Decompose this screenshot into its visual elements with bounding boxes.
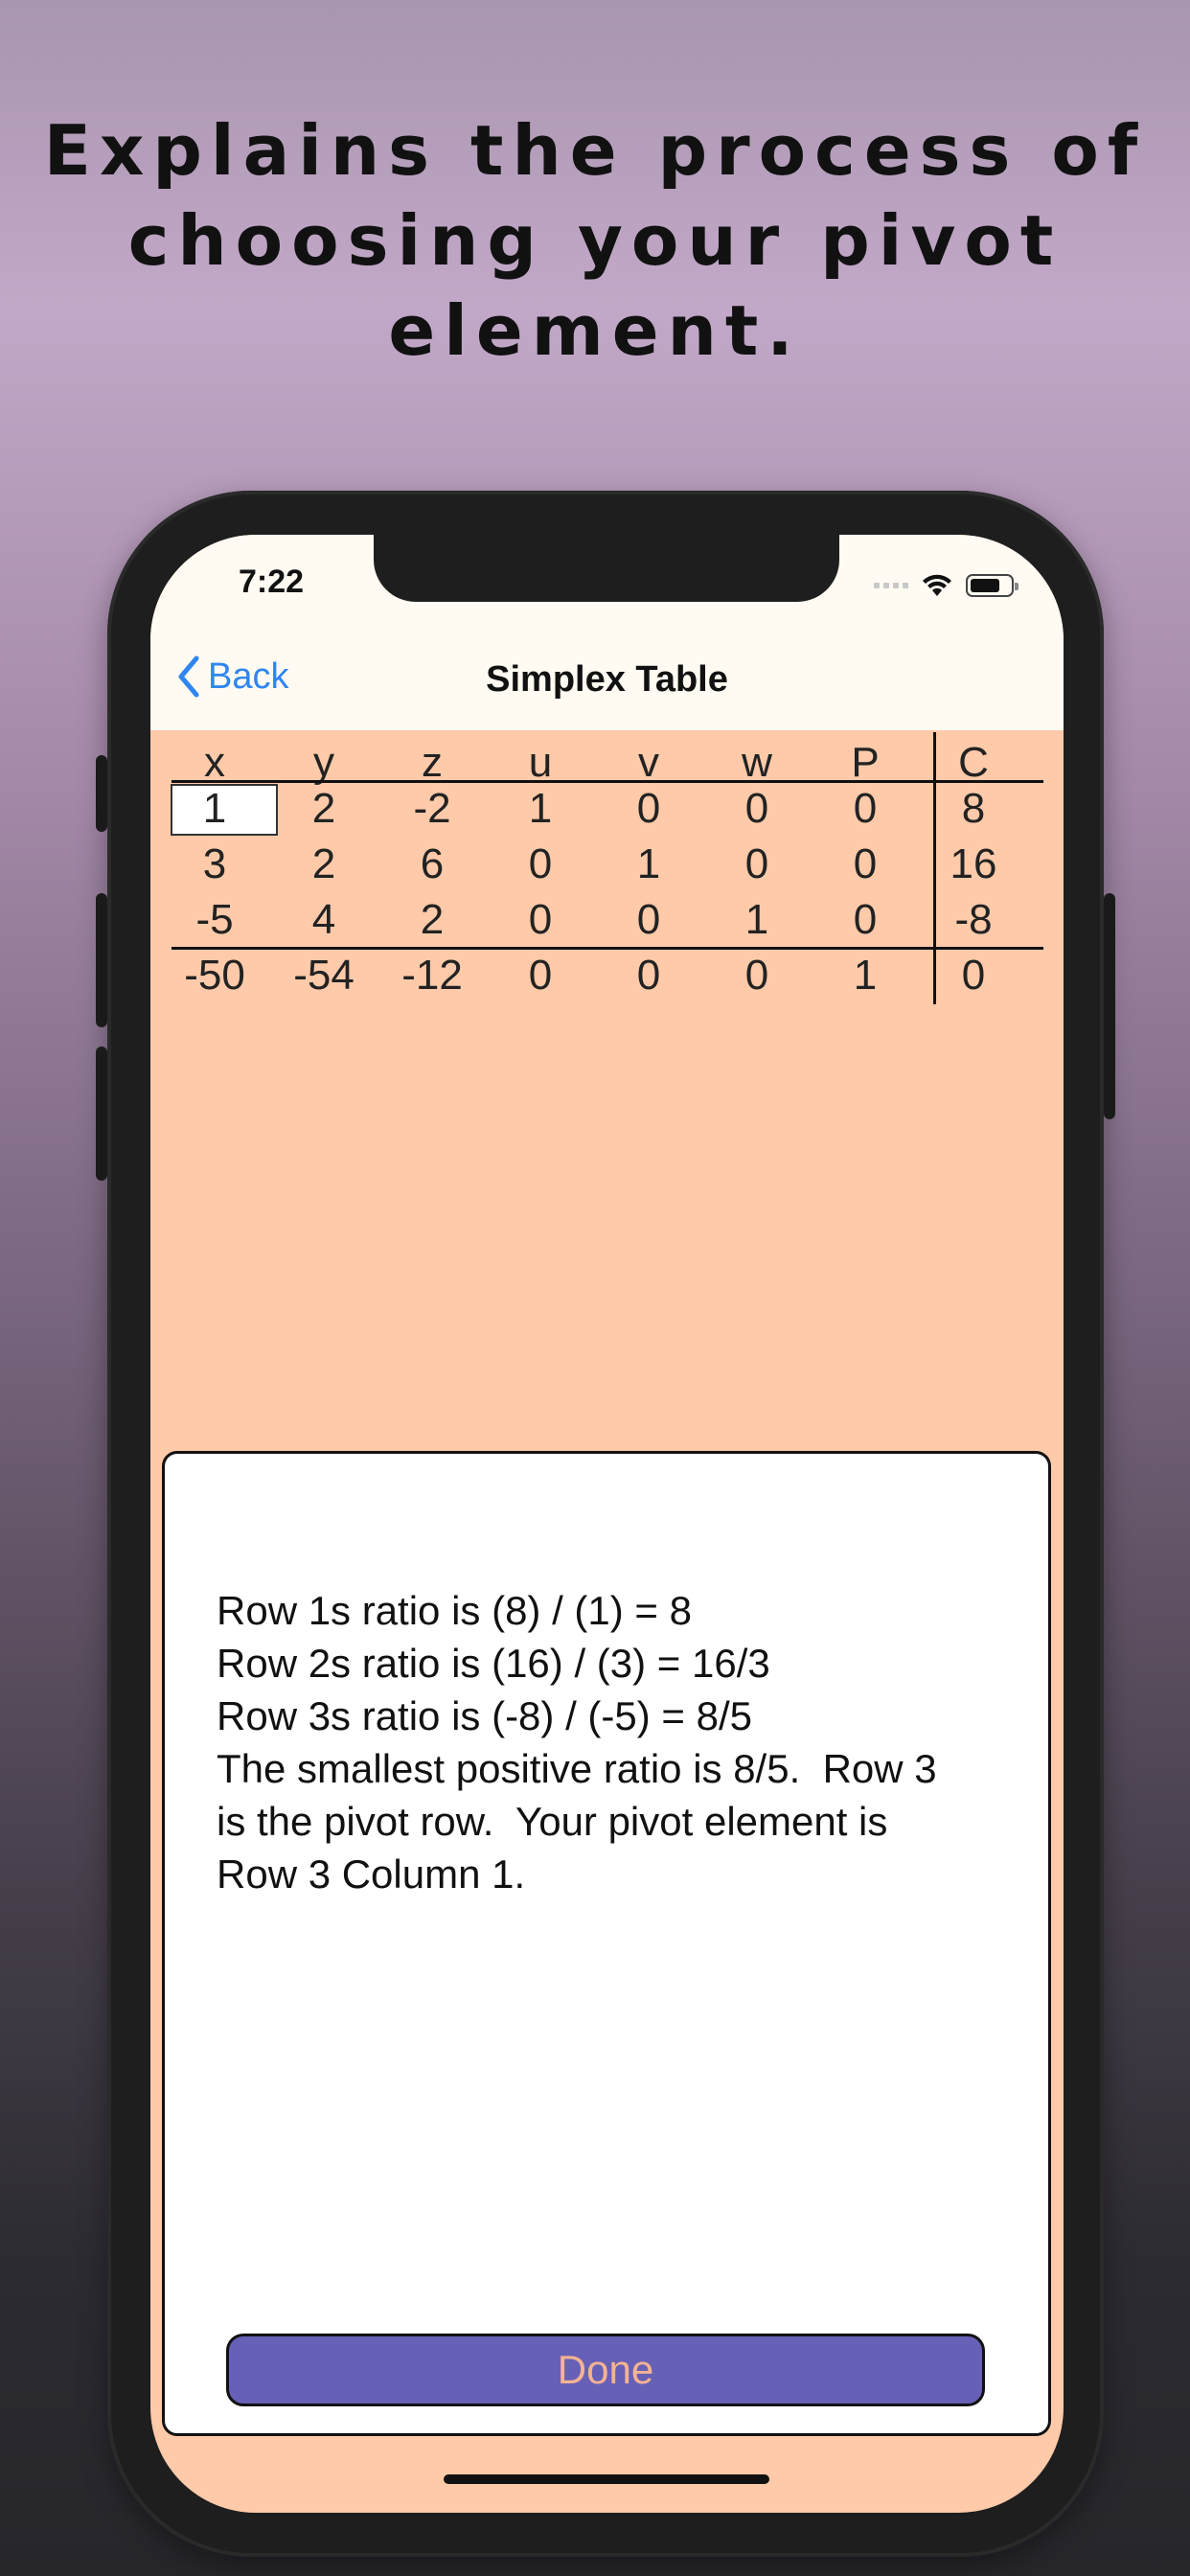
explanation-line: is the pivot row. Your pivot element is [217,1799,888,1844]
objective-divider [172,947,1043,950]
wifi-icon [923,574,951,596]
table-cell[interactable]: 1 [811,949,920,1002]
headline: Explains the process of choosing your pi… [0,105,1190,376]
table-cell[interactable]: 0 [702,949,812,1002]
table-cell[interactable]: 0 [702,782,812,836]
explanation-line: Row 1s ratio is (8) / (1) = 8 [217,1588,692,1633]
table-cell[interactable]: 0 [811,893,920,947]
table-cell[interactable]: 1 [486,782,595,836]
explanation-line: Row 3s ratio is (-8) / (-5) = 8/5 [217,1693,752,1738]
done-button[interactable]: Done [226,2334,985,2406]
table-cell[interactable]: 3 [160,838,269,891]
table-cell[interactable]: -2 [378,782,487,836]
power-button [1104,893,1115,1119]
table-cell[interactable]: 4 [269,893,378,947]
table-cell[interactable]: 0 [811,782,920,836]
constant-column-divider [933,732,936,1004]
simplex-table: x y z u v w P C 1 2 -2 1 0 0 0 8 3 2 6 0 1 0 0 16 -5 4 2 0 0 1 0 -8 -50-… [150,730,1064,1133]
table-cell[interactable]: 2 [269,782,378,836]
explanation-line: Row 3 Column 1. [217,1852,526,1897]
table-cell[interactable]: 2 [378,893,487,947]
table-cell[interactable]: -12 [378,949,487,1002]
explanation-line: The smallest positive ratio is 8/5. Row … [217,1746,937,1791]
volume-up-button [96,893,107,1027]
volume-down-button [96,1046,107,1181]
battery-icon [966,574,1018,597]
table-cell[interactable]: -50 [160,949,269,1002]
table-cell[interactable]: 0 [486,893,595,947]
home-indicator[interactable] [444,2474,769,2484]
page-title: Simplex Table [486,659,728,700]
table-cell[interactable]: 0 [594,782,703,836]
notch [374,533,839,602]
table-cell[interactable]: -5 [160,893,269,947]
explanation-dialog: Row 1s ratio is (8) / (1) = 8 Row 2s rat… [162,1451,1051,2436]
screen: 7:22 Back Simplex Table x y z u v w P C 1 2 -2 1 0 0 0… [150,535,1064,2513]
table-cell[interactable]: 6 [378,838,487,891]
explanation-text: Row 1s ratio is (8) / (1) = 8 Row 2s rat… [217,1584,1002,1900]
table-cell[interactable]: 0 [594,893,703,947]
silent-switch [96,755,107,832]
explanation-line: Row 2s ratio is (16) / (3) = 16/3 [217,1641,770,1686]
header-divider [172,780,1043,783]
table-cell[interactable]: 0 [486,838,595,891]
table-cell[interactable]: 2 [269,838,378,891]
table-cell[interactable]: -54 [269,949,378,1002]
table-cell[interactable]: 0 [702,838,812,891]
status-icons [874,571,1018,600]
headline-line-2: choosing your pivot element. [127,200,1063,371]
cellular-signal-icon [874,583,908,588]
table-cell[interactable]: 0 [811,838,920,891]
status-time: 7:22 [239,564,305,600]
table-cell[interactable]: 1 [702,893,812,947]
table-cell[interactable]: 0 [594,949,703,1002]
table-cell[interactable]: 1 [160,782,269,836]
headline-line-1: Explains the process of [43,110,1147,191]
table-cell[interactable]: 1 [594,838,703,891]
table-cell[interactable]: 0 [486,949,595,1002]
